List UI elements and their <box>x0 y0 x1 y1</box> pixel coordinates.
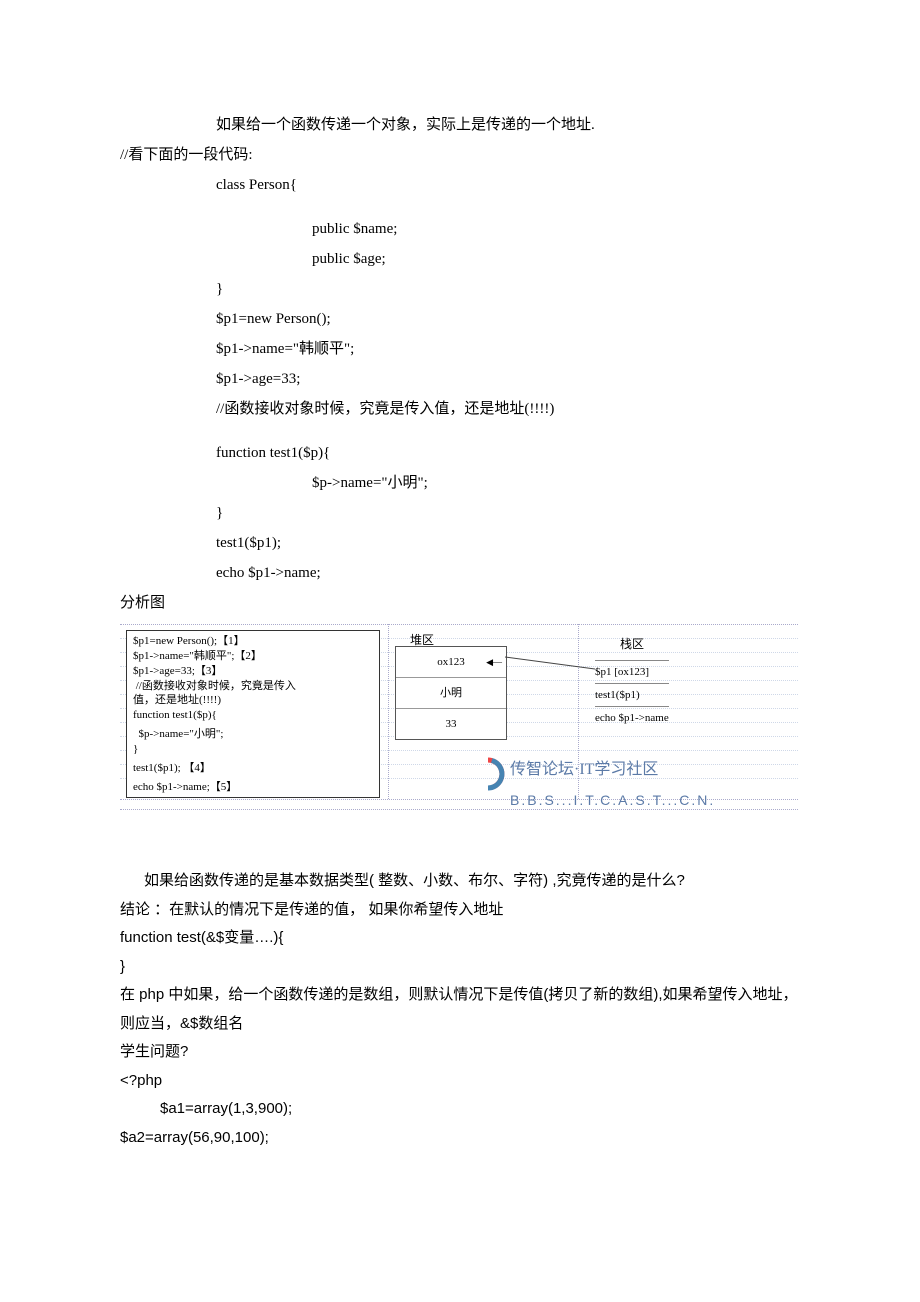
paragraph: 在 php 中如果，给一个函数传递的是数组，则默认情况下是传值(拷贝了新的数组)… <box>120 981 800 1038</box>
code-line: $a2=array(56,90,100); <box>120 1124 800 1153</box>
diagram-code-line: 值，还是地址(!!!!) <box>133 693 373 708</box>
watermark-logo-icon <box>470 756 506 792</box>
stack-line: echo $p1->name <box>595 706 669 729</box>
watermark-main: 传智论坛·IT学习社区 <box>510 754 715 786</box>
spacer <box>120 827 800 867</box>
diagram-code-line: //函数接收对象时候，究竟是传入 <box>133 679 373 694</box>
code-line: <?php <box>120 1067 800 1096</box>
code-line: } <box>216 498 800 528</box>
heap-value: 小明 <box>396 678 506 709</box>
stack-area-label: 栈区 <box>620 632 644 656</box>
code-line: public $age; <box>312 244 800 274</box>
code-line: $p1=new Person(); <box>216 304 800 334</box>
diagram-code-box: $p1=new Person();【1】 $p1->name="韩顺平";【2】… <box>126 630 380 798</box>
code-line: } <box>120 953 800 982</box>
spacer <box>120 200 800 214</box>
stack-line: $p1 [ox123] <box>595 660 669 683</box>
arrow-icon: ◀— <box>486 653 502 671</box>
document-page: 如果给一个函数传递一个对象，实际上是传递的一个地址. //看下面的一段代码: c… <box>0 0 920 1212</box>
spacer <box>120 424 800 438</box>
diagram-code-line: test1($p1); 【4】 <box>133 761 373 776</box>
code-line: function test(&$变量….){ <box>120 924 800 953</box>
code-line: //函数接收对象时候，究竟是传入值，还是地址(!!!!) <box>216 394 800 424</box>
code-line: echo $p1->name; <box>216 558 800 588</box>
diagram-code-line: } <box>133 742 373 757</box>
intro-line: 如果给一个函数传递一个对象，实际上是传递的一个地址. <box>216 110 800 140</box>
code-line: $p->name="小明"; <box>312 468 800 498</box>
code-line: class Person{ <box>216 170 800 200</box>
diagram-code-line: $p1->name="韩顺平";【2】 <box>133 649 373 664</box>
watermark-sub: B.B.S...I.T.C.A.S.T...C.N. <box>510 786 715 814</box>
heap-box: ox123 ◀— 小明 33 <box>395 646 507 740</box>
heap-address: ox123 ◀— <box>396 647 506 678</box>
paragraph: 学生问题? <box>120 1038 800 1067</box>
stack-line: test1($p1) <box>595 683 669 706</box>
code-comment-header: //看下面的一段代码: <box>120 140 800 170</box>
code-line: public $name; <box>312 214 800 244</box>
code-line: function test1($p){ <box>216 438 800 468</box>
code-line: } <box>216 274 800 304</box>
code-line: $p1->age=33; <box>216 364 800 394</box>
analysis-diagram-label: 分析图 <box>120 588 800 618</box>
diagram-code-line: $p->name="小明"; <box>133 727 373 742</box>
diagram-code-line: $p1=new Person();【1】 <box>133 634 373 649</box>
diagram-code-line: function test1($p){ <box>133 708 373 723</box>
code-line: $p1->name="韩顺平"; <box>216 334 800 364</box>
code-line: $a1=array(1,3,900); <box>120 1095 800 1124</box>
paragraph: 如果给函数传递的是基本数据类型( 整数、小数、布尔、字符) ,究竟传递的是什么? <box>120 867 800 896</box>
analysis-diagram: $p1=new Person();【1】 $p1->name="韩顺平";【2】… <box>120 624 800 809</box>
diagram-code-line: echo $p1->name;【5】 <box>133 780 373 795</box>
paragraph: 结论 ：在默认的情况下是传递的值， 如果你希望传入地址 <box>120 896 800 925</box>
diagram-code-line: $p1->age=33;【3】 <box>133 664 373 679</box>
stack-box: $p1 [ox123] test1($p1) echo $p1->name <box>595 660 669 729</box>
heap-value: 33 <box>396 709 506 739</box>
watermark-text: 传智论坛·IT学习社区 B.B.S...I.T.C.A.S.T...C.N. <box>510 754 715 814</box>
code-line: test1($p1); <box>216 528 800 558</box>
